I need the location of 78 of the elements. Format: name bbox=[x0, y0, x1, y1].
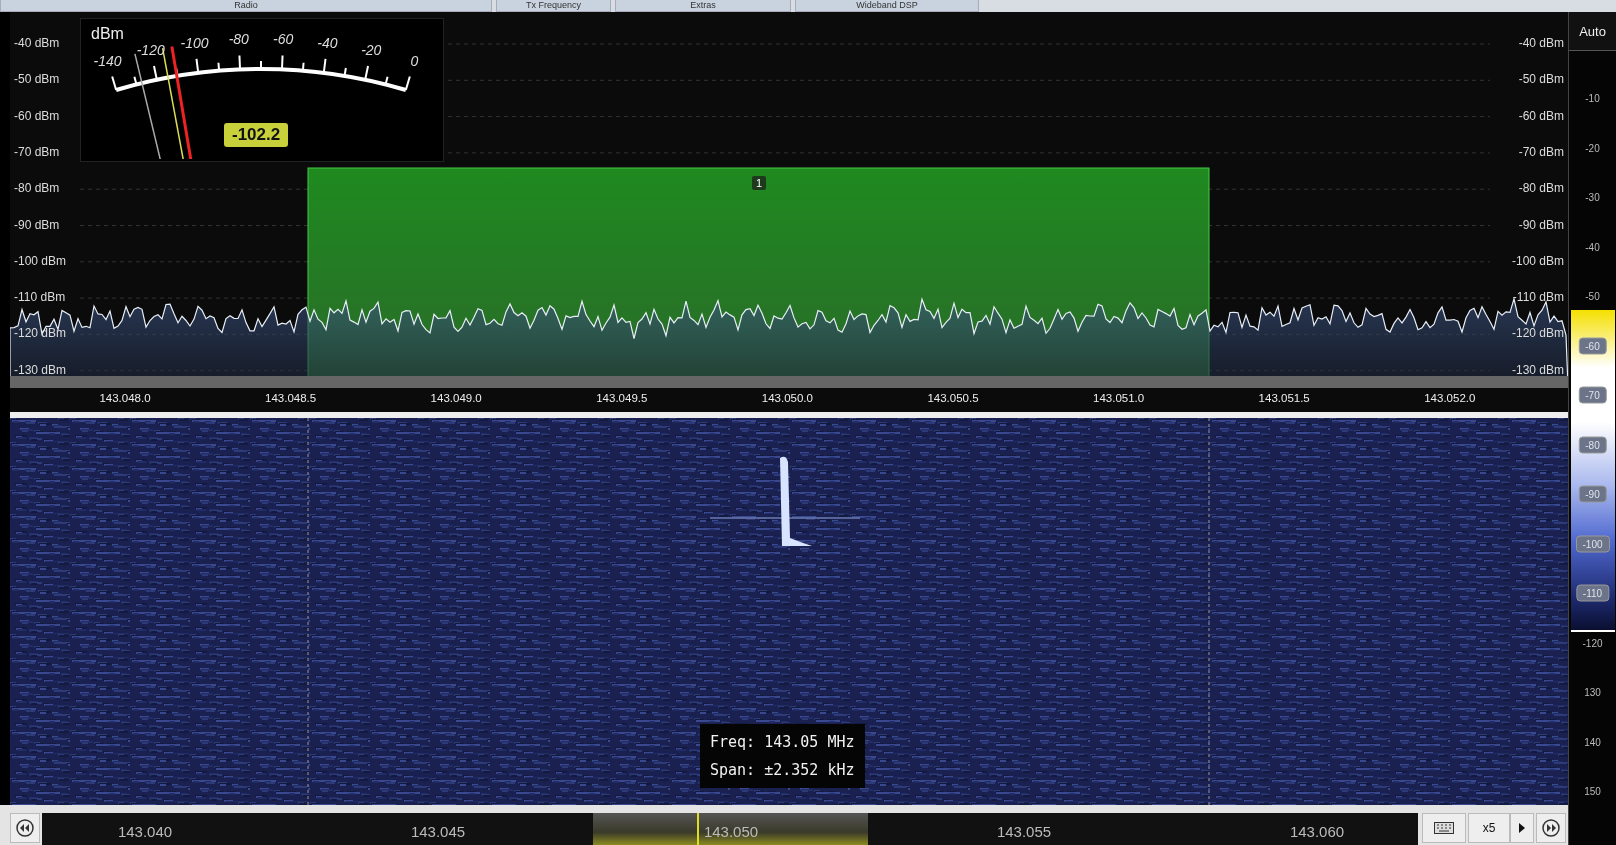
axis-label: -70 dBm bbox=[14, 144, 60, 159]
axis-label: -60 dBm bbox=[1518, 108, 1564, 123]
tab[interactable]: Extras bbox=[615, 0, 791, 12]
auto-scale-button[interactable]: Auto bbox=[1569, 12, 1616, 51]
scale-label[interactable]: -70 bbox=[1578, 386, 1607, 404]
meter-scale-label: -120 bbox=[136, 42, 165, 59]
tab[interactable]: Tx Frequency bbox=[496, 0, 611, 12]
meter-scale-label: -140 bbox=[93, 53, 122, 70]
scale-label[interactable]: -90 bbox=[1578, 485, 1607, 503]
meter-unit: dBm bbox=[91, 25, 124, 43]
frequency-label: 143.050.0 bbox=[761, 392, 813, 404]
rewind-icon bbox=[16, 819, 34, 837]
axis-label: -90 dBm bbox=[1518, 217, 1564, 232]
keyboard-icon bbox=[1434, 822, 1454, 834]
frequency-label: 143.049.5 bbox=[596, 392, 648, 404]
scale-label[interactable]: -100 bbox=[1575, 535, 1610, 552]
axis-label: -130 dBm bbox=[1511, 362, 1564, 377]
center-marker bbox=[697, 813, 699, 845]
axis-label: -70 dBm bbox=[1518, 144, 1564, 159]
frequency-label: 143.048.0 bbox=[99, 392, 151, 404]
tooltip-line: Freq: 143.05 MHz bbox=[710, 732, 855, 753]
scale-label: -30 bbox=[1585, 191, 1600, 203]
fast-forward-button[interactable] bbox=[1536, 813, 1566, 843]
frequency-label: 143.045 bbox=[410, 823, 466, 840]
frequency-label: 143.050.5 bbox=[927, 392, 979, 404]
axis-label: -80 dBm bbox=[14, 181, 60, 196]
caret-button[interactable] bbox=[1510, 813, 1534, 843]
axis-label: -50 dBm bbox=[14, 72, 60, 87]
axis-label: -50 dBm bbox=[1518, 72, 1564, 87]
scale-label: 150 bbox=[1584, 785, 1601, 797]
tab[interactable]: Radio bbox=[0, 0, 492, 12]
meter-reading: -102.2 bbox=[224, 123, 289, 147]
frequency-label: 143.048.5 bbox=[265, 392, 317, 404]
axis-label: -40 dBm bbox=[14, 36, 60, 50]
scale-label: -10 bbox=[1585, 92, 1600, 104]
zoom-button[interactable]: x5 bbox=[1468, 813, 1510, 843]
scale-label: 140 bbox=[1584, 736, 1601, 747]
frequency-label: 143.060 bbox=[1289, 823, 1345, 840]
axis-label: -110 dBm bbox=[1512, 290, 1564, 305]
frequency-label: 143.050 bbox=[703, 823, 759, 840]
frequency-label: 143.055 bbox=[996, 823, 1052, 840]
keyboard-button[interactable] bbox=[1422, 813, 1466, 843]
axis-label: -90 dBm bbox=[14, 217, 60, 232]
meter-scale-label: -80 bbox=[228, 31, 249, 48]
scale-label[interactable]: -80 bbox=[1578, 436, 1607, 453]
meter-scale-label: 0 bbox=[410, 53, 419, 70]
axis-label: -130 dBm bbox=[14, 362, 67, 377]
caret-icon bbox=[1519, 823, 1525, 833]
meter-scale-label: -40 bbox=[317, 35, 338, 52]
axis-label: -100 dBm bbox=[14, 253, 67, 268]
scale-label: -20 bbox=[1585, 142, 1600, 153]
rewind-button[interactable] bbox=[10, 813, 40, 843]
axis-label: -80 dBm bbox=[1518, 181, 1564, 196]
scale-label[interactable]: -110 bbox=[1575, 584, 1610, 602]
axis-label: -120 dBm bbox=[1511, 326, 1564, 341]
axis-label: -110 dBm bbox=[14, 290, 66, 305]
meter-scale-label: -100 bbox=[180, 35, 209, 52]
axis-label: -60 dBm bbox=[14, 108, 60, 123]
tab[interactable]: Wideband DSP bbox=[795, 0, 979, 12]
scale-label[interactable]: -60 bbox=[1578, 337, 1607, 354]
visible-range-highlight[interactable] bbox=[593, 813, 868, 845]
frequency-label: 143.051.0 bbox=[1093, 392, 1145, 404]
axis-label: -120 dBm bbox=[14, 326, 67, 341]
filter-number: 1 bbox=[752, 176, 767, 190]
axis-label: -40 dBm bbox=[1518, 36, 1564, 50]
axis-label: -100 dBm bbox=[1511, 253, 1564, 268]
scale-label: 130 bbox=[1584, 686, 1601, 698]
meter-scale-label: -20 bbox=[361, 42, 382, 59]
frequency-label: 143.052.0 bbox=[1424, 392, 1476, 404]
frequency-label: 143.049.0 bbox=[430, 392, 482, 404]
scale-label: -120 bbox=[1582, 637, 1603, 648]
fast-forward-icon bbox=[1542, 819, 1560, 837]
frequency-label: 143.051.5 bbox=[1258, 392, 1310, 404]
meter-scale-label: -60 bbox=[273, 31, 294, 48]
scale-label: -50 bbox=[1585, 290, 1600, 302]
tooltip-line: Span: ±2.352 kHz bbox=[710, 760, 855, 781]
frequency-label: 143.040 bbox=[117, 823, 173, 840]
scale-label: -40 bbox=[1585, 241, 1600, 252]
